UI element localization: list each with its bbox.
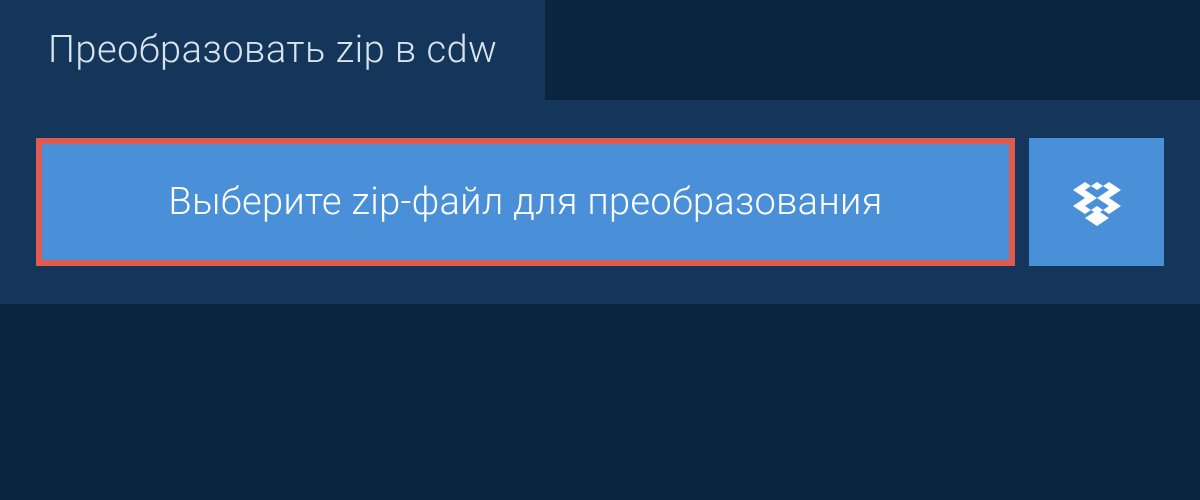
file-select-button[interactable]: Выберите zip-файл для преобразования — [36, 138, 1015, 266]
dropbox-button[interactable] — [1029, 138, 1164, 266]
tab-convert[interactable]: Преобразовать zip в cdw — [0, 0, 545, 100]
upload-panel: Выберите zip-файл для преобразования — [0, 100, 1200, 304]
tab-title: Преобразовать zip в cdw — [48, 28, 497, 72]
upload-button-row: Выберите zip-файл для преобразования — [36, 138, 1164, 266]
file-select-label: Выберите zip-файл для преобразования — [168, 180, 882, 224]
dropbox-icon — [1073, 178, 1121, 226]
